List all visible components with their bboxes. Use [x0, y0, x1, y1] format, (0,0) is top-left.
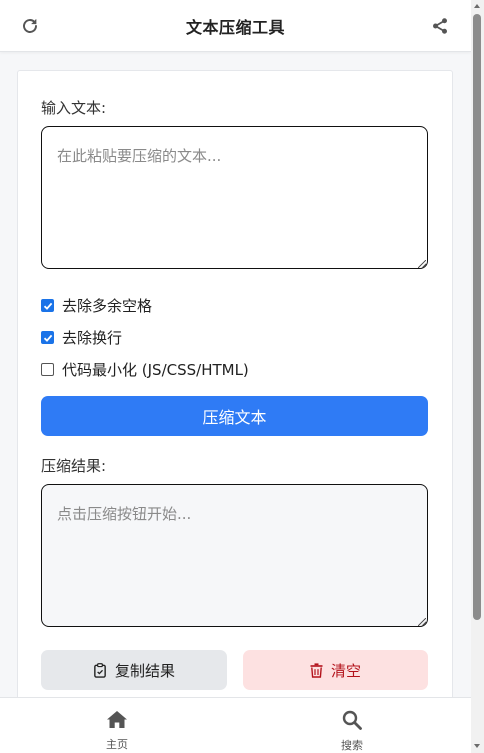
input-resize-handle[interactable]: [418, 260, 426, 268]
copy-result-label: 复制结果: [114, 661, 175, 680]
app: 文本压缩工具 输入文本: 去除多余空格 去除换行 代码最小化 (JS/CSS/H…: [0, 0, 484, 753]
scrollbar-thumb[interactable]: [473, 14, 481, 620]
clipboard-icon: [93, 662, 107, 678]
output-label: 压缩结果:: [41, 457, 107, 475]
output-resize-handle[interactable]: [418, 618, 426, 626]
compress-button[interactable]: 压缩文本: [41, 396, 428, 436]
scroll-down-arrow[interactable]: [474, 744, 480, 748]
option-label: 代码最小化 (JS/CSS/HTML): [62, 361, 249, 379]
scroll-up-arrow[interactable]: [474, 4, 480, 8]
option-remove-newlines[interactable]: 去除换行: [41, 327, 122, 348]
top-bar: 文本压缩工具: [0, 0, 471, 52]
refresh-icon[interactable]: [20, 16, 40, 36]
bottom-nav: 主页 搜索: [0, 697, 471, 753]
input-label: 输入文本:: [41, 99, 107, 117]
share-icon[interactable]: [430, 16, 450, 36]
nav-item-home[interactable]: 主页: [87, 710, 147, 752]
trash-icon: [310, 662, 323, 678]
nav-item-search[interactable]: 搜索: [322, 710, 382, 753]
output-textarea[interactable]: [41, 484, 428, 627]
search-icon: [342, 710, 362, 734]
option-trim-spaces[interactable]: 去除多余空格: [41, 295, 152, 316]
page-title: 文本压缩工具: [185, 17, 285, 37]
option-minify-code[interactable]: 代码最小化 (JS/CSS/HTML): [41, 359, 249, 380]
copy-result-button[interactable]: 复制结果: [41, 650, 227, 690]
option-label: 去除换行: [62, 329, 123, 347]
nav-label: 搜索: [341, 739, 363, 752]
checkbox-unchecked[interactable]: [41, 363, 54, 376]
compress-button-label: 压缩文本: [202, 408, 267, 427]
option-label: 去除多余空格: [62, 297, 153, 315]
clear-button[interactable]: 清空: [243, 650, 428, 690]
clear-label: 清空: [330, 661, 361, 680]
input-textarea[interactable]: [41, 126, 428, 269]
checkbox-checked[interactable]: [41, 331, 54, 344]
home-icon: [106, 710, 128, 733]
nav-label: 主页: [106, 738, 128, 751]
checkbox-checked[interactable]: [41, 299, 54, 312]
